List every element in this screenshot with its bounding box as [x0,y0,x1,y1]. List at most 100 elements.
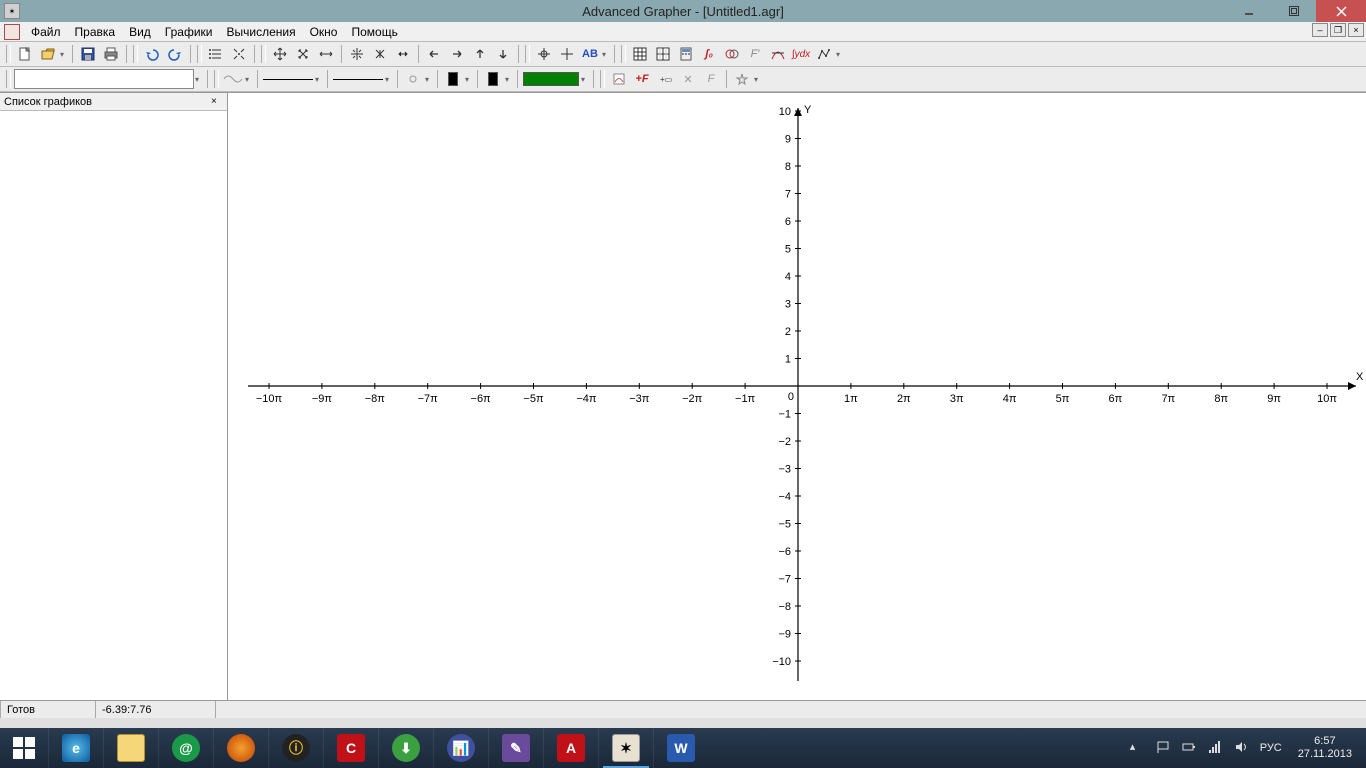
graph-list-body[interactable] [0,111,227,700]
tray-lang-label[interactable]: РУС [1260,742,1282,754]
toolbar-grip[interactable] [261,45,266,63]
linewidth-dropdown[interactable]: ▾ [315,75,323,84]
start-button[interactable] [0,728,48,768]
add-function-icon[interactable]: +F [631,68,653,90]
menu-window[interactable]: Окно [303,23,345,41]
taskbar-app-purple[interactable]: ✎ [488,728,543,768]
menu-edit[interactable]: Правка [68,23,123,41]
list-icon[interactable] [205,43,227,65]
tray-show-hidden-icon[interactable]: ▴ [1130,740,1146,756]
star-dropdown[interactable]: ▾ [754,75,762,84]
arrow-right-icon[interactable] [446,43,468,65]
label-dropdown-icon[interactable]: ▾ [602,50,610,59]
arrow-up-icon[interactable] [469,43,491,65]
zoom-center-icon[interactable] [346,43,368,65]
taskbar-app-yellow[interactable]: ⓘ [268,728,323,768]
calc-icon[interactable] [675,43,697,65]
toolbar-grip[interactable] [6,45,11,63]
close-button[interactable] [1316,0,1366,22]
toolbar-grip[interactable] [525,45,530,63]
label-ab-icon[interactable]: AB [579,43,601,65]
taskbar-app-download[interactable]: ⬇ [378,728,433,768]
open-file-icon[interactable] [37,43,59,65]
delete-icon[interactable]: ✕ [677,68,699,90]
tray-clock[interactable]: 6:57 27.11.2013 [1292,735,1358,761]
integral-red-icon[interactable]: ʃ₀ [698,43,720,65]
color2-selector[interactable] [482,68,504,90]
tray-flag-icon[interactable] [1156,740,1172,756]
fit-icon[interactable] [228,43,250,65]
save-icon[interactable] [77,43,99,65]
tangent-icon[interactable] [767,43,789,65]
line-width-selector[interactable] [262,68,314,90]
menu-file[interactable]: Файл [24,23,68,41]
new-file-icon[interactable] [14,43,36,65]
edit-function-icon[interactable]: F [700,68,722,90]
taskbar-app-explorer[interactable] [103,728,158,768]
formula-dropdown-icon[interactable]: ▾ [195,75,203,84]
pan-icon[interactable] [269,43,291,65]
table-icon[interactable] [629,43,651,65]
arrow-left-icon[interactable] [423,43,445,65]
taskbar-app-stats[interactable]: 📊 [433,728,488,768]
taskbar-app-adobe[interactable]: A [543,728,598,768]
maximize-button[interactable] [1271,0,1316,22]
print-icon[interactable] [100,43,122,65]
add-graph-icon[interactable] [608,68,630,90]
crosshair-icon[interactable] [533,43,555,65]
axes-icon[interactable] [556,43,578,65]
undo-icon[interactable] [141,43,163,65]
integral-icon[interactable]: ∫ydx [790,43,812,65]
line-dash-selector[interactable] [332,68,384,90]
derivative-icon[interactable]: F′ [744,43,766,65]
taskbar-app-firefox[interactable] [213,728,268,768]
fill-color-selector[interactable] [522,68,580,90]
add-field-icon[interactable]: +▭ [654,68,676,90]
line-style-sine-icon[interactable] [222,68,244,90]
menu-help[interactable]: Помощь [344,23,404,41]
sidebar-close-button[interactable]: × [211,96,223,108]
menu-view[interactable]: Вид [122,23,158,41]
zoom-icon[interactable] [292,43,314,65]
poly-icon[interactable] [813,43,835,65]
resize-h-icon[interactable] [392,43,414,65]
plot-canvas[interactable]: XY−10π−9π−8π−7π−6π−5π−4π−3π−2π−1π01π2π3π… [228,93,1366,700]
tray-volume-icon[interactable] [1234,740,1250,756]
taskbar-app-ie[interactable]: e [48,728,103,768]
tray-network-icon[interactable] [1208,740,1224,756]
taskbar-app-red[interactable]: C [323,728,378,768]
mdi-close-button[interactable]: × [1348,23,1364,37]
menu-graphs[interactable]: Графики [158,23,220,41]
color2-dropdown[interactable]: ▾ [505,75,513,84]
toolbar-grip[interactable] [600,70,605,88]
color1-dropdown[interactable]: ▾ [465,75,473,84]
redo-icon[interactable] [164,43,186,65]
tray-power-icon[interactable] [1182,740,1198,756]
taskbar-app-word[interactable]: W [653,728,708,768]
linestyle-dropdown[interactable]: ▾ [245,75,253,84]
poly-dropdown-icon[interactable]: ▾ [836,50,844,59]
open-dropdown-icon[interactable]: ▾ [60,50,68,59]
arrow-down-icon[interactable] [492,43,514,65]
color1-selector[interactable] [442,68,464,90]
minimize-button[interactable] [1226,0,1271,22]
marker-style-icon[interactable] [402,68,424,90]
intersect-icon[interactable] [721,43,743,65]
toolbar-grip[interactable] [621,45,626,63]
grid-icon[interactable] [652,43,674,65]
toolbar-grip[interactable] [6,70,11,88]
star-tool-icon[interactable] [731,68,753,90]
linedash-dropdown[interactable]: ▾ [385,75,393,84]
toolbar-grip[interactable] [133,45,138,63]
zoom-v-icon[interactable] [369,43,391,65]
fill-dropdown[interactable]: ▾ [581,75,589,84]
taskbar-app-grapher[interactable]: ✶ [598,728,653,768]
toolbar-grip[interactable] [197,45,202,63]
marker-dropdown[interactable]: ▾ [425,75,433,84]
mdi-minimize-button[interactable]: – [1312,23,1328,37]
menu-calc[interactable]: Вычисления [219,23,302,41]
toolbar-grip[interactable] [214,70,219,88]
formula-input[interactable] [14,69,194,89]
mdi-restore-button[interactable]: ❐ [1330,23,1346,37]
taskbar-app-green[interactable]: @ [158,728,213,768]
